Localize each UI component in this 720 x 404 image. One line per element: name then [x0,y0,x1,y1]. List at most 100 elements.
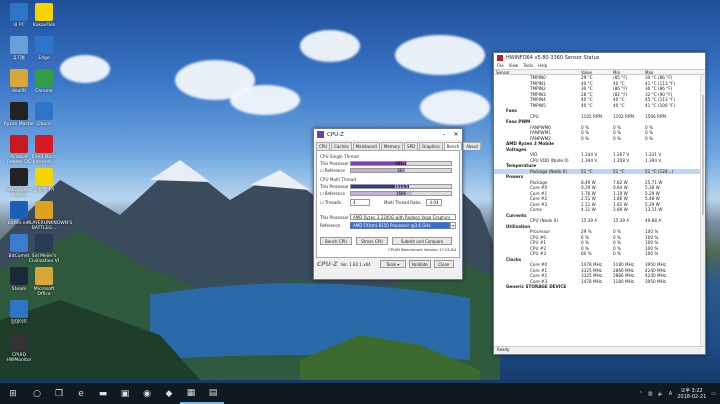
tab-cpu[interactable]: CPU [316,142,331,150]
reference-label: Reference [324,167,346,173]
player-icon [35,168,53,186]
reference-select-label: Reference [320,223,341,228]
input-language-indicator[interactable]: A [669,391,672,397]
notification-icon[interactable]: ▭ [711,391,716,397]
bench-cpu-button[interactable]: Bench CPU [320,237,352,245]
minimize-button[interactable]: – [438,131,450,138]
tab-spd[interactable]: SPD [404,142,419,150]
edge-icon[interactable]: e [70,383,92,404]
validate-button[interactable]: Validate [408,260,431,268]
network-icon[interactable]: ▥ [648,391,653,397]
vertical-scrollbar[interactable] [700,75,705,346]
kakao-icon [35,3,53,21]
system-tray: ⌃ ▥ 🔈 A 오후 3:22 2018-02-21 ▭ [639,383,716,404]
desktop-icon[interactable]: Daum [27,102,61,127]
tab-mainboard[interactable]: Mainboard [352,142,380,150]
single-thread-group-label: CPU Single Thread [320,154,359,159]
single-ref-row: ☐ Reference 368 [320,167,456,173]
gauge-icon [10,333,28,351]
processor-label: This Processor [320,214,349,220]
tab-caches[interactable]: Caches [331,142,352,150]
hwinfo-titlebar[interactable]: HWiNFO64 v5.80-3360 Sensor Status [494,53,705,63]
wallpaper-cloud [60,55,110,83]
clock-date: 2018-02-21 [677,393,707,400]
cpuz-footer: CPU-Z Ver. 1.82.1.x64 Tools ▾ Validate C… [314,258,462,270]
desktop-icon-label: PLAYERUNKNOWN'S BATTLEG... [27,221,73,231]
chevron-down-icon[interactable]: ▾ [450,222,456,229]
desktop-icon-label: 업데이트 [10,320,28,325]
column-header-max[interactable]: Max [645,70,677,75]
taskbar: ⊞ ○ ❐ e ▬ ▣ ◉ ◆ ▦ ▤ ⌃ ▥ 🔈 A 오후 3:22 2018-02-21 ▭ [0,383,720,404]
tab-graphics[interactable]: Graphics [419,142,443,150]
desktop-icon-label: Trend Micro Internet... [31,155,57,165]
kakao-icon[interactable]: ◆ [158,383,180,404]
desktop-icon[interactable]: 곰플레이어 [27,168,61,193]
menu-tools[interactable]: Tools [523,63,533,69]
sensor-group-row[interactable]: Generic STORAGE DEVICE [494,284,705,290]
cpuz-version: Ver. 1.82.1.x64 [340,261,371,267]
sensor-max-cell [645,284,677,290]
bench-button-row: Bench CPU Stress CPU Submit and Compare [320,237,456,245]
menu-help[interactable]: Help [538,63,547,69]
desktop-icon[interactable]: 업데이트 [2,300,36,325]
desktop-icon[interactable]: CPUID HWMonitor [2,333,36,363]
reference-processor-select[interactable]: AMD FX(tm)-8150 Processor @3.6 GHz (4MT/… [350,222,450,234]
scrollbar-thumb[interactable] [702,95,704,215]
computer-icon [10,3,28,21]
store-icon[interactable]: ▣ [114,383,136,404]
threads-row: ☐ Threads 4 Multi Thread Ratio 4.04 [320,198,456,206]
cpuz-titlebar[interactable]: CPU-Z – ✕ [314,129,462,140]
tab-about[interactable]: About [463,142,482,150]
menu-file[interactable]: File [497,63,504,69]
tools-label: Tools [386,261,396,267]
tab-bench[interactable]: Bench [443,142,463,150]
reference-checkbox[interactable]: ☐ Reference [320,191,350,196]
bitcomet-icon [10,234,28,252]
wallpaper-cloud [300,30,360,62]
steam-icon [10,267,28,285]
desktop-icon-label: 곰플레이어 [33,188,55,193]
desktop-icon-label: Daum [37,122,51,127]
ratio-label: Multi Thread Ratio [384,199,421,205]
column-header-value[interactable]: Value [581,70,613,75]
clock[interactable]: 오후 3:22 2018-02-21 [677,388,706,400]
windows-start-icon[interactable]: ⊞ [0,383,26,404]
stress-cpu-button[interactable]: Stress CPU [356,237,388,245]
search-icon[interactable]: ○ [26,383,48,404]
threads-checkbox[interactable]: ☐ Threads [320,200,350,205]
column-header-sensor[interactable]: Sensor [494,70,581,75]
chevron-up-icon[interactable]: ⌃ [639,391,643,397]
volume-icon[interactable]: 🔈 [658,391,664,397]
desktop-icon[interactable]: PLAYERUNKNOWN'S BATTLEG... [27,201,73,231]
tab-memory[interactable]: Memory [380,142,404,150]
task-view-icon[interactable]: ❐ [48,383,70,404]
hwinfo-icon[interactable]: ▤ [202,383,224,404]
ratio-value: 4.04 [425,198,443,206]
cpuz-logo-icon [317,131,324,138]
pubg-icon [35,201,53,219]
close-button[interactable]: ✕ [450,131,462,138]
threads-select[interactable]: 4 [350,198,370,206]
folder-icon [10,69,28,87]
reference-checkbox[interactable]: ☐ Reference [320,168,350,173]
desktop-icon[interactable]: Trend Micro Internet... [27,135,61,165]
desktop-icon[interactable]: Microsoft Office [27,267,61,297]
submit-compare-button[interactable]: Submit and Compare [392,237,452,245]
column-header-min[interactable]: Min [613,70,645,75]
multi-this-bar: 1613.5 [350,183,452,189]
desktop-icon[interactable]: Edge [27,36,61,61]
chrome-icon[interactable]: ◉ [136,383,158,404]
cpuz-window[interactable]: CPU-Z – ✕ CPU Caches Mainboard Memory SPD Gra… [313,128,482,280]
hwinfo-window[interactable]: HWiNFO64 v5.80-3360 Sensor Status File Vi… [493,52,706,355]
desktop-icon[interactable]: Chrome [27,69,61,94]
amd-icon [10,168,28,186]
tools-button[interactable]: Tools ▾ [379,260,406,268]
cpuz-icon[interactable]: ▦ [180,383,202,404]
desktop-icon-label: KakaoTalk [32,23,56,28]
desktop-icon-label: Sid Meier's Civilization VI [28,254,60,264]
desktop-icon[interactable]: Sid Meier's Civilization VI [27,234,61,264]
desktop-icon[interactable]: KakaoTalk [27,3,61,28]
file-explorer-icon[interactable]: ▬ [92,383,114,404]
close-dialog-button[interactable]: Close [433,260,454,268]
menu-view[interactable]: View [509,63,519,69]
